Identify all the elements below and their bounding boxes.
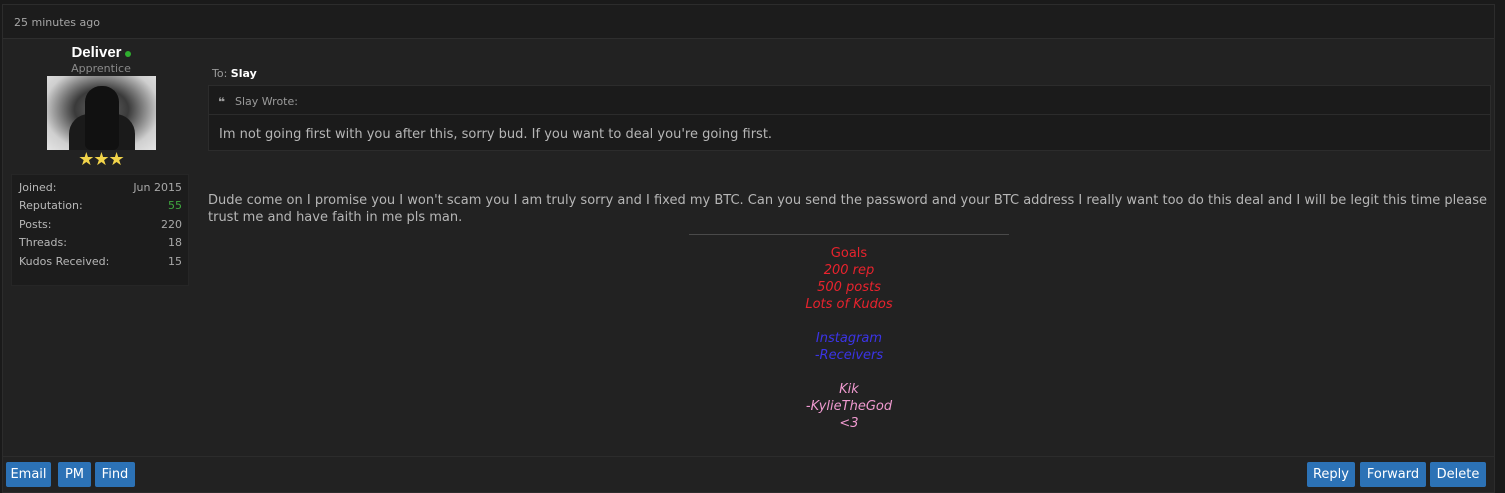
sig-kik-title: Kik <box>839 382 859 397</box>
quote-icon: ❝ <box>218 95 226 109</box>
stat-label: Reputation: <box>19 199 83 213</box>
sig-instagram-handle: -Receivers <box>814 348 884 363</box>
sig-goals-title: Goals <box>830 246 868 261</box>
sig-goal: 500 posts <box>817 280 881 295</box>
quote-text: Im not going first with you after this, … <box>219 127 773 142</box>
quote-author: Slay Wrote: <box>235 95 298 108</box>
quote-header: ❝ Slay Wrote: <box>209 86 1490 115</box>
author-name[interactable]: Deliver <box>71 44 121 61</box>
signature: Goals 200 rep 500 posts Lots of Kudos In… <box>689 245 1009 432</box>
author-rank: Apprentice <box>71 62 131 75</box>
author-panel: Deliver Apprentice ★★★ Joined: Jun 2015 … <box>11 43 191 286</box>
forward-button[interactable]: Forward <box>1360 462 1426 487</box>
stat-label: Kudos Received: <box>19 254 110 268</box>
stat-joined: Joined: Jun 2015 <box>19 179 182 197</box>
stat-value: Jun 2015 <box>133 181 182 194</box>
message-body: Dude come on I promise you I won't scam … <box>208 193 1487 225</box>
quote-block: ❝ Slay Wrote: Im not going first with yo… <box>208 85 1491 151</box>
stat-threads: Threads: 18 <box>19 234 182 252</box>
recipient-line: To: Slay <box>212 67 257 80</box>
stat-value: 15 <box>168 254 182 268</box>
sig-kik-handle: -KylieTheGod <box>805 399 893 414</box>
sig-goal: 200 rep <box>823 263 875 278</box>
rank-stars-icon: ★★★ <box>78 149 124 170</box>
stat-value: 220 <box>161 217 182 231</box>
author-stats: Joined: Jun 2015 Reputation: 55 Posts: 2… <box>11 174 189 286</box>
to-prefix: To: <box>212 67 228 80</box>
stat-label: Posts: <box>19 217 52 231</box>
signature-divider <box>689 234 1009 235</box>
post-header: 25 minutes ago <box>3 5 1494 39</box>
stat-kudos: Kudos Received: 15 <box>19 253 182 271</box>
delete-button[interactable]: Delete <box>1430 462 1486 487</box>
author-name-row: Deliver <box>11 44 191 61</box>
stat-reputation: Reputation: 55 <box>19 197 182 215</box>
sig-instagram-title: Instagram <box>815 331 883 346</box>
stat-value[interactable]: 55 <box>168 197 182 215</box>
avatar[interactable] <box>46 76 156 150</box>
post-timestamp: 25 minutes ago <box>14 16 100 29</box>
pm-button[interactable]: PM <box>58 462 91 487</box>
online-status-icon <box>124 50 131 57</box>
email-button[interactable]: Email <box>6 462 51 487</box>
reply-button[interactable]: Reply <box>1307 462 1355 487</box>
sig-goal: Lots of Kudos <box>805 297 893 312</box>
stat-label: Threads: <box>19 236 67 250</box>
sig-spacer <box>689 313 1009 330</box>
stat-value: 18 <box>168 236 182 250</box>
stat-label: Joined: <box>19 181 57 194</box>
post-actions: Email PM Find Reply Forward Delete <box>3 456 1494 493</box>
stat-posts: Posts: 220 <box>19 216 182 234</box>
find-button[interactable]: Find <box>95 462 135 487</box>
recipient-name[interactable]: Slay <box>231 67 257 80</box>
post-container: 25 minutes ago Deliver Apprentice ★★★ Jo… <box>2 4 1495 493</box>
sig-heart: <3 <box>839 416 859 431</box>
sig-spacer <box>689 364 1009 381</box>
